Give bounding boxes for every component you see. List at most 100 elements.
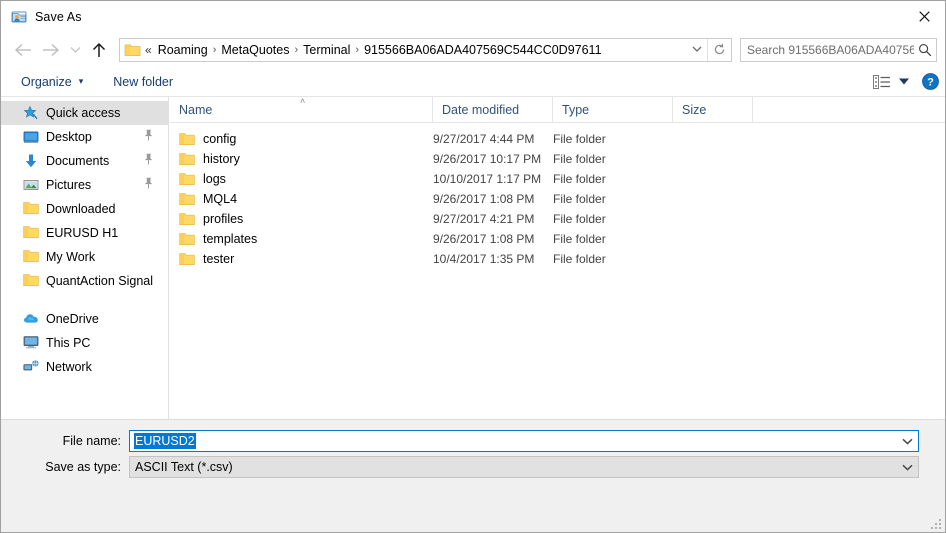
navigation-sidebar[interactable]: Quick access Desktop Documents Pictures … (1, 97, 169, 419)
address-bar[interactable]: « Roaming › MetaQuotes › Terminal › 9155… (119, 37, 732, 62)
breadcrumb-prefix: « (145, 42, 152, 57)
save-as-type-select[interactable]: ASCII Text (*.csv) (129, 456, 919, 478)
sidebar-item-label: QuantAction Signal (46, 274, 154, 288)
sidebar-group-label: OneDrive (46, 312, 99, 326)
file-name-input[interactable]: EURUSD2 (129, 430, 919, 452)
close-button[interactable] (901, 1, 945, 31)
up-button[interactable] (85, 35, 113, 65)
arrow-right-icon (43, 43, 60, 56)
file-type: File folder (553, 152, 606, 166)
save-as-type-value: ASCII Text (*.csv) (135, 460, 233, 474)
sidebar-item-eurusd-h1[interactable]: EURUSD H1 (1, 221, 168, 245)
organize-label: Organize (21, 74, 72, 89)
table-row[interactable]: templates 9/26/2017 1:08 PM File folder (170, 229, 945, 249)
table-row[interactable]: logs 10/10/2017 1:17 PM File folder (170, 169, 945, 189)
file-name: templates (203, 232, 258, 246)
title-bar: Save As (1, 1, 945, 32)
sidebar-item-downloaded[interactable]: Downloaded (1, 197, 168, 221)
folder-icon (23, 201, 39, 217)
sidebar-item-quick-access[interactable]: Quick access (1, 101, 168, 125)
pictures-icon (23, 177, 39, 193)
sidebar-group-label: This PC (46, 336, 91, 350)
column-header-name[interactable]: Name ˄ (170, 97, 433, 122)
list-view-icon[interactable] (869, 74, 895, 89)
sidebar-item-desktop[interactable]: Desktop (1, 125, 168, 149)
column-header-type[interactable]: Type (553, 97, 673, 122)
column-header-date-modified[interactable]: Date modified (433, 97, 553, 122)
save-form-area: File name: EURUSD2 Save as type: ASCII T… (1, 419, 945, 532)
column-header-row: Name ˄ Date modified Type Size (170, 97, 945, 123)
search-box[interactable]: Search 915566BA06ADA40756... (740, 37, 937, 62)
file-type: File folder (553, 252, 606, 266)
file-name-dropdown-button[interactable] (896, 431, 918, 451)
table-row[interactable]: profiles 9/27/2017 4:21 PM File folder (170, 209, 945, 229)
file-name: MQL4 (203, 192, 238, 206)
table-row[interactable]: history 9/26/2017 10:17 PM File folder (170, 149, 945, 169)
file-name-value: EURUSD2 (134, 433, 196, 449)
toolbar-right-group: ? (869, 73, 945, 90)
folder-icon (179, 152, 195, 166)
help-button[interactable]: ? (913, 73, 945, 90)
resize-grip-icon[interactable] (931, 519, 943, 531)
file-list-panel[interactable]: Name ˄ Date modified Type Size config 9/… (170, 97, 945, 419)
file-name-row: File name: EURUSD2 (1, 430, 945, 452)
refresh-button[interactable] (707, 38, 731, 61)
back-button[interactable] (9, 35, 37, 65)
file-date-modified: 10/10/2017 1:17 PM (433, 172, 542, 186)
file-date-modified: 9/27/2017 4:21 PM (433, 212, 535, 226)
column-header-size[interactable]: Size (673, 97, 753, 122)
breadcrumb-item-metaquotes[interactable]: MetaQuotes (217, 39, 293, 61)
sidebar-item-documents[interactable]: Documents (1, 149, 168, 173)
breadcrumb-item-terminal[interactable]: Terminal (299, 39, 354, 61)
file-type: File folder (553, 172, 606, 186)
sidebar-item-quantaction-signal[interactable]: QuantAction Signal (1, 269, 168, 293)
this-pc-icon (23, 335, 39, 351)
sidebar-item-network[interactable]: Network (1, 355, 168, 379)
onedrive-icon (23, 311, 39, 327)
documents-icon (23, 153, 39, 169)
help-icon: ? (921, 73, 939, 90)
folder-icon (179, 172, 195, 186)
file-name: logs (203, 172, 226, 186)
table-row[interactable]: config 9/27/2017 4:44 PM File folder (170, 129, 945, 149)
sidebar-item-this-pc[interactable]: This PC (1, 331, 168, 355)
new-folder-label: New folder (113, 74, 174, 89)
folder-icon (179, 252, 195, 266)
forward-button[interactable] (37, 35, 65, 65)
search-icon (914, 43, 936, 57)
folder-icon (23, 225, 39, 241)
organize-button[interactable]: Organize ▾ (13, 70, 91, 94)
file-type: File folder (553, 212, 606, 226)
sidebar-item-my-work[interactable]: My Work (1, 245, 168, 269)
chevron-down-icon (901, 438, 913, 445)
sidebar-item-pictures[interactable]: Pictures (1, 173, 168, 197)
breadcrumb-item-terminal-id[interactable]: 915566BA06ADA407569C544CC0D97611 (360, 39, 605, 61)
column-header-label: Date modified (442, 102, 520, 117)
folder-icon (23, 249, 39, 265)
file-name: profiles (203, 212, 244, 226)
save-as-type-row: Save as type: ASCII Text (*.csv) (1, 456, 945, 478)
navigation-bar: « Roaming › MetaQuotes › Terminal › 9155… (1, 32, 945, 67)
column-header-label: Size (682, 102, 707, 117)
search-input[interactable]: Search 915566BA06ADA40756... (741, 43, 914, 57)
new-folder-button[interactable]: New folder (105, 70, 181, 94)
window-title: Save As (35, 9, 82, 24)
view-dropdown-button[interactable] (895, 78, 913, 85)
arrow-left-icon (14, 43, 31, 56)
save-as-type-dropdown-button[interactable] (896, 457, 918, 477)
file-name: config (203, 132, 237, 146)
address-dropdown-button[interactable] (687, 39, 707, 61)
sidebar-item-onedrive[interactable]: OneDrive (1, 307, 168, 331)
file-date-modified: 9/27/2017 4:44 PM (433, 132, 535, 146)
breadcrumb-item-roaming[interactable]: Roaming (154, 39, 212, 61)
folder-icon (124, 42, 141, 57)
pin-icon (143, 153, 154, 168)
sidebar-group-spacer (1, 293, 168, 307)
sidebar-item-label: Desktop (46, 130, 92, 144)
file-type: File folder (553, 192, 606, 206)
recent-locations-button[interactable] (65, 35, 85, 65)
chevron-down-icon (70, 46, 80, 53)
table-row[interactable]: MQL4 9/26/2017 1:08 PM File folder (170, 189, 945, 209)
save-as-icon (11, 9, 27, 25)
table-row[interactable]: tester 10/4/2017 1:35 PM File folder (170, 249, 945, 269)
